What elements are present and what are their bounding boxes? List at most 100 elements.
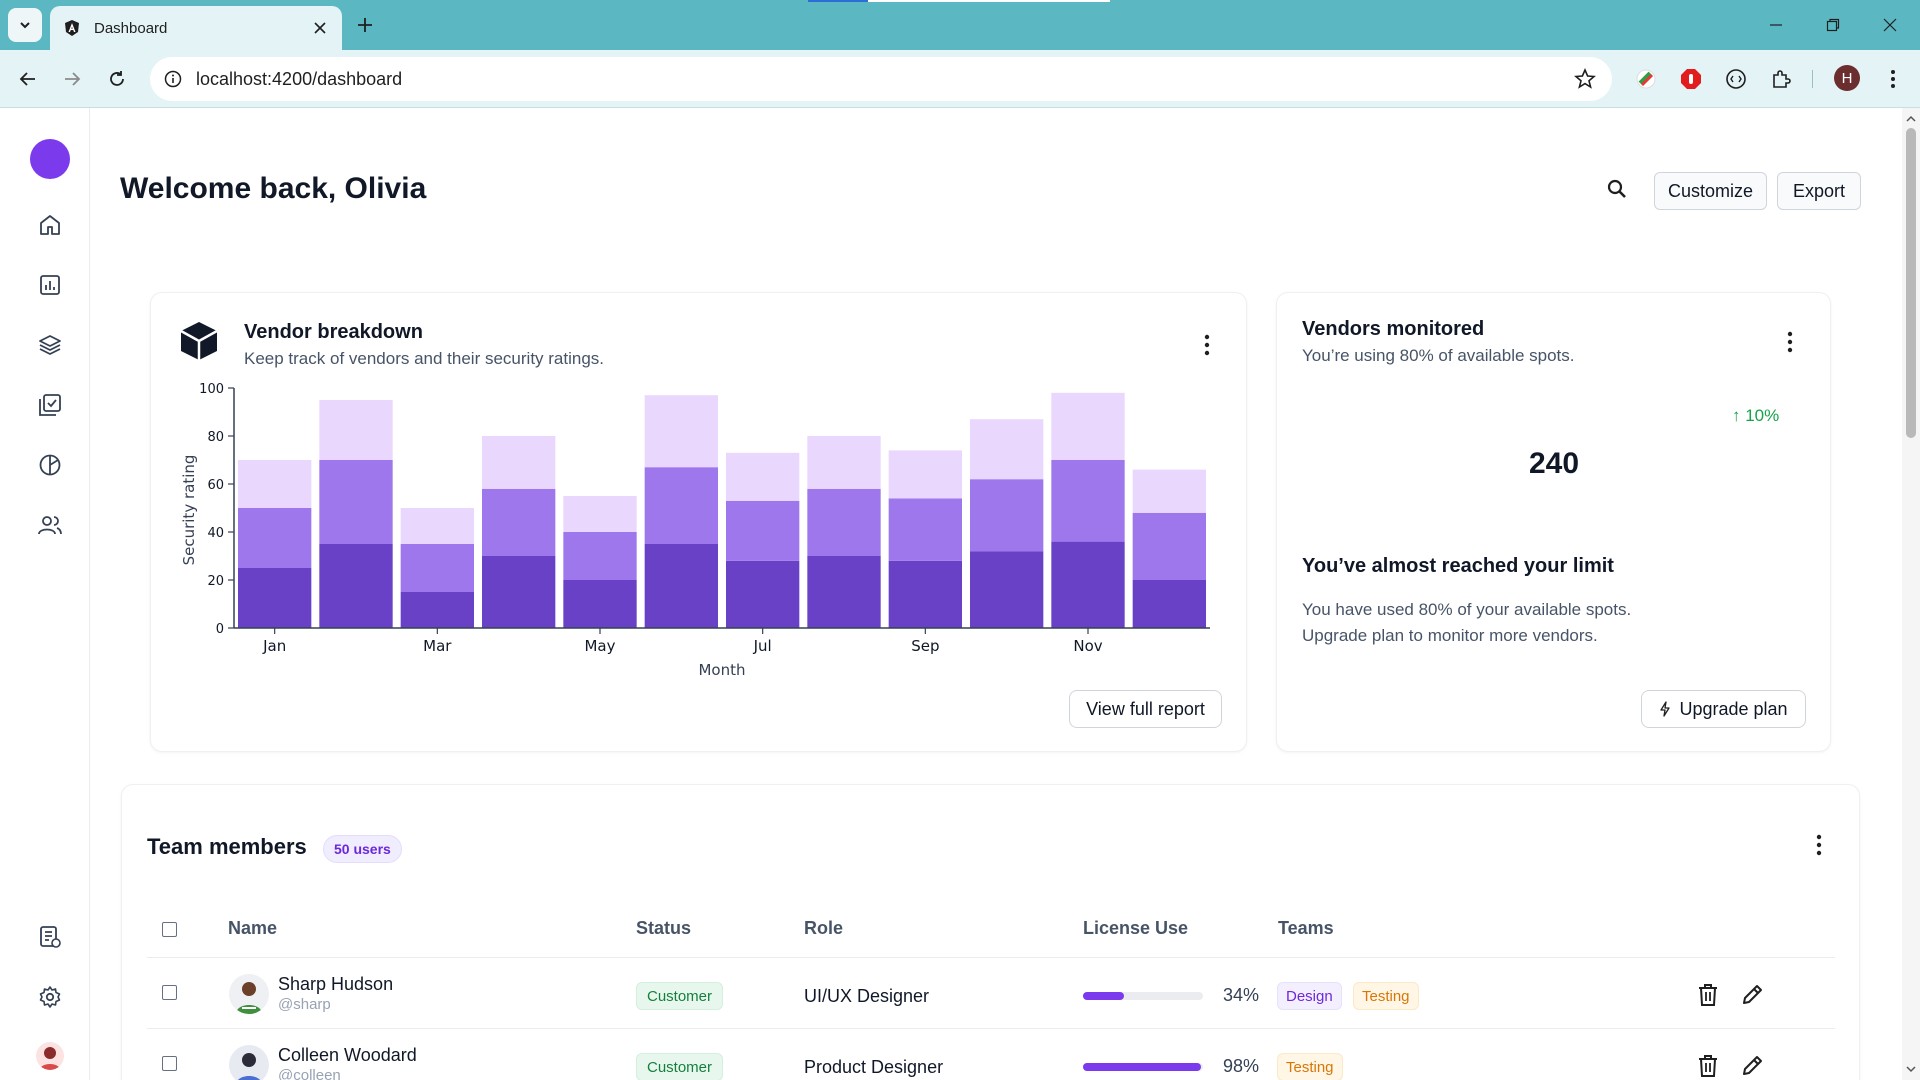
forward-button[interactable] — [56, 63, 88, 95]
sidebar-item-analytics[interactable] — [33, 448, 67, 482]
avatar — [229, 1045, 269, 1080]
browser-tab-active[interactable]: Dashboard — [50, 6, 342, 50]
limit-text-line-1: You have used 80% of your available spot… — [1302, 600, 1632, 619]
settings-icon — [39, 986, 61, 1008]
vendor-card-menu[interactable] — [1195, 330, 1219, 360]
extensions-puzzle-icon[interactable] — [1765, 63, 1797, 95]
sidebar-item-notes[interactable] — [33, 920, 67, 954]
browser-tab-strip: Dashboard — [0, 0, 1920, 50]
scroll-down-arrow-icon[interactable] — [1906, 1064, 1916, 1074]
column-header-role[interactable]: Role — [804, 918, 843, 939]
column-header-teams[interactable]: Teams — [1278, 918, 1334, 939]
chart-y-tick-label: 80 — [207, 430, 224, 445]
chart-bar-segment — [1051, 460, 1125, 542]
upgrade-plan-button[interactable]: Upgrade plan — [1641, 690, 1806, 728]
chart-y-tick-label: 20 — [207, 574, 224, 589]
table-row[interactable]: Colleen Woodard @colleen Customer Produc… — [147, 1029, 1835, 1080]
team-card-menu[interactable] — [1807, 830, 1831, 860]
bar-chart-icon — [40, 275, 60, 295]
sidebar-item-tasks[interactable] — [33, 388, 67, 422]
address-bar[interactable]: localhost:4200/dashboard — [150, 57, 1612, 101]
more-vertical-icon — [1891, 70, 1895, 88]
browser-toolbar: localhost:4200/dashboard — [0, 50, 1920, 108]
chart-x-tick-label: Nov — [1073, 637, 1102, 655]
arrow-left-icon — [19, 72, 35, 86]
chart-bar-segment — [888, 450, 962, 499]
chart-bar-segment — [400, 508, 474, 544]
delete-button[interactable] — [1693, 980, 1723, 1010]
sidebar-item-home[interactable] — [33, 208, 67, 242]
bookmark-star-icon[interactable] — [1574, 68, 1596, 90]
edit-button[interactable] — [1737, 1051, 1767, 1080]
toolbar-divider — [1812, 70, 1813, 88]
chart-bar-segment — [482, 556, 556, 628]
tab-search-button[interactable] — [8, 8, 42, 42]
chart-x-tick-label: Jan — [262, 637, 286, 655]
sidebar-item-users[interactable] — [33, 508, 67, 542]
check-square-icon — [39, 394, 61, 416]
url-text[interactable]: localhost:4200/dashboard — [196, 69, 402, 90]
extension-dev-icon[interactable] — [1720, 63, 1752, 95]
chart-bar-segment — [1051, 392, 1125, 460]
sidebar-item-projects[interactable] — [33, 328, 67, 362]
chart-bar-segment — [807, 436, 881, 489]
chart-x-tick-label: May — [584, 637, 615, 655]
chart-bar-segment — [970, 551, 1044, 628]
row-checkbox[interactable] — [162, 985, 177, 1000]
minimize-button[interactable] — [1761, 10, 1791, 40]
profile-avatar[interactable]: H — [1834, 65, 1860, 91]
chart-bar-segment — [726, 500, 800, 561]
column-header-status[interactable]: Status — [636, 918, 691, 939]
chart-bar-segment — [644, 544, 718, 628]
trend-indicator: ↑ 10% — [1732, 406, 1780, 425]
row-checkbox[interactable] — [162, 1056, 177, 1071]
chart-bar-segment — [888, 560, 962, 628]
member-role: UI/UX Designer — [804, 986, 930, 1006]
chart-x-axis-label: Month — [698, 661, 745, 676]
column-header-license-use[interactable]: License Use — [1083, 918, 1188, 939]
browser-menu-button[interactable] — [1877, 63, 1909, 95]
view-full-report-button[interactable]: View full report — [1069, 690, 1222, 728]
member-role: Product Designer — [804, 1057, 944, 1077]
vendors-card-subtitle: You’re using 80% of available spots. — [1302, 346, 1575, 365]
extension-color-icon[interactable] — [1630, 63, 1662, 95]
status-badge: Customer — [636, 982, 724, 1010]
restore-button[interactable] — [1818, 10, 1848, 40]
close-icon[interactable] — [310, 18, 330, 38]
sidebar-item-reports[interactable] — [33, 268, 67, 302]
delete-button[interactable] — [1693, 1051, 1723, 1080]
sidebar-item-settings[interactable] — [33, 980, 67, 1014]
search-button[interactable] — [1600, 172, 1634, 206]
new-tab-button[interactable] — [352, 12, 378, 38]
chart-bar-segment — [1132, 469, 1206, 513]
chart-bar-segment — [319, 460, 393, 544]
reload-button[interactable] — [101, 63, 133, 95]
brand-logo[interactable] — [30, 139, 70, 179]
user-avatar[interactable] — [36, 1042, 64, 1070]
scrollbar-thumb[interactable] — [1906, 128, 1916, 438]
page-scrollbar[interactable] — [1902, 108, 1920, 1080]
chart-bar-segment — [238, 460, 312, 508]
chart-bar-segment — [400, 592, 474, 628]
lightning-icon — [1660, 701, 1671, 717]
customize-button[interactable]: Customize — [1654, 172, 1767, 210]
select-all-checkbox[interactable] — [162, 922, 177, 937]
close-window-button[interactable] — [1875, 10, 1905, 40]
vendors-card-menu[interactable] — [1778, 327, 1802, 357]
back-button[interactable] — [12, 63, 44, 95]
more-vertical-icon — [1787, 331, 1793, 353]
status-badge: Customer — [636, 1053, 724, 1080]
member-handle: @sharp — [278, 996, 331, 1013]
team-tag-testing: Testing — [1277, 1053, 1343, 1080]
table-row[interactable]: Sharp Hudson @sharp Customer UI/UX Desig… — [147, 958, 1835, 1028]
extension-adblock-icon[interactable] — [1675, 63, 1707, 95]
more-vertical-icon — [1204, 334, 1210, 356]
scroll-up-arrow-icon[interactable] — [1906, 114, 1916, 124]
edit-button[interactable] — [1737, 980, 1767, 1010]
column-header-name[interactable]: Name — [228, 918, 277, 939]
chart-y-tick-label: 60 — [207, 478, 224, 493]
layers-icon — [39, 335, 61, 355]
info-icon[interactable] — [164, 70, 182, 88]
upgrade-plan-label: Upgrade plan — [1679, 698, 1788, 719]
export-button[interactable]: Export — [1777, 172, 1861, 210]
